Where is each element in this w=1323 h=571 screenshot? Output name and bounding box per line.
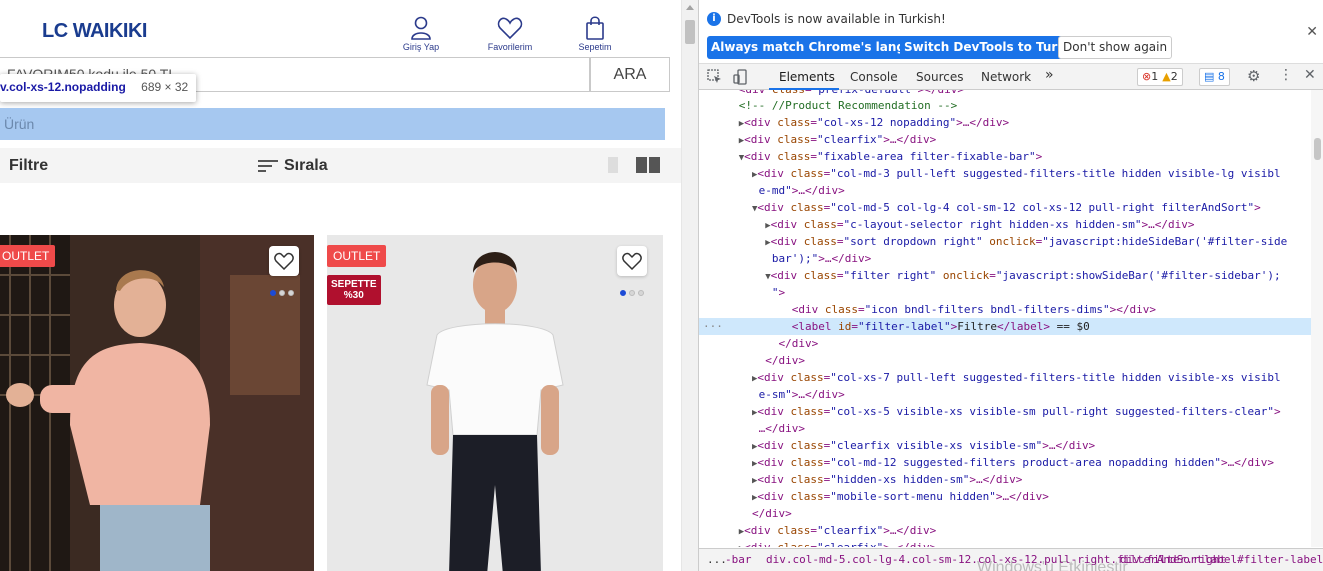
tab-elements[interactable]: Elements [779, 70, 835, 84]
inspect-tooltip-selector: v.col-xs-12.nopadding [0, 80, 126, 94]
filter-button[interactable]: Filtre [9, 157, 48, 175]
breadcrumb-overflow[interactable]: ... [707, 553, 727, 566]
add-to-favorites-button[interactable] [269, 246, 299, 276]
dom-node[interactable]: …</div> [699, 420, 1311, 437]
dom-comment[interactable]: <!-- //Product Recommendation --> [699, 97, 1311, 114]
close-icon[interactable]: ✕ [1306, 24, 1318, 40]
dom-node[interactable]: e-md">…</div> [699, 182, 1311, 199]
cart-label: Sepetim [578, 42, 612, 52]
product-card[interactable]: OUTLET [0, 235, 314, 571]
dom-tree-scrollbar[interactable] [1311, 90, 1323, 547]
devtools-panel: i DevTools is now available in Turkish! … [698, 0, 1323, 571]
image-carousel-dots[interactable] [620, 290, 644, 296]
product-image [0, 235, 314, 571]
highlight-text: Ürün [4, 116, 35, 132]
sort-label: Sırala [284, 157, 328, 174]
product-card[interactable]: OUTLET SEPETTE %30 [327, 235, 663, 571]
two-column-view-icon[interactable] [636, 157, 660, 173]
website-viewport: LC WAIKIKI Giriş Yap Favorilerim Sepetim… [0, 0, 681, 571]
dom-node[interactable]: ▶<div class="clearfix">…</div> [699, 539, 1311, 547]
error-icon: ⊗ [1142, 70, 1152, 83]
breadcrumb-item[interactable]: -bar [725, 553, 752, 566]
inspect-element-icon[interactable] [707, 69, 723, 89]
device-toolbar-icon[interactable] [733, 69, 749, 89]
warning-icon: ▲ [1162, 70, 1171, 83]
inspected-element-highlight: Ürün [0, 108, 665, 140]
sort-icon [258, 159, 278, 172]
scroll-up-arrow[interactable] [686, 5, 694, 10]
issues-counter[interactable]: ⊗1 ▲2 [1137, 68, 1183, 86]
dom-node-selected[interactable]: ··· <label id="filter-label">Filtre</lab… [699, 318, 1311, 335]
outlet-badge: OUTLET [327, 245, 387, 267]
error-count: 1 [1151, 70, 1159, 83]
inspect-tooltip: v.col-xs-12.nopadding 689 × 32 [0, 74, 197, 102]
dom-node[interactable]: </div> [699, 505, 1311, 522]
warning-count: 2 [1170, 70, 1178, 83]
message-count: 8 [1217, 70, 1225, 83]
heart-icon [497, 17, 523, 40]
single-column-view-icon[interactable] [608, 157, 618, 173]
dom-node[interactable]: e-sm">…</div> [699, 386, 1311, 403]
messages-counter[interactable]: ▤ 8 [1199, 68, 1230, 86]
breadcrumb-item-selected[interactable]: label#filter-label [1204, 553, 1323, 566]
devtools-toolbar: Elements Console Sources Network » ⊗1 ▲2 … [699, 64, 1323, 90]
scroll-thumb[interactable] [685, 20, 695, 44]
infobar-message: DevTools is now available in Turkish! [727, 12, 946, 26]
info-icon: i [707, 12, 721, 26]
heart-icon [622, 252, 642, 270]
inspect-tooltip-size: 689 × 32 [141, 80, 189, 94]
cart-link[interactable]: Sepetim [560, 16, 630, 52]
favorites-label: Favorilerim [487, 42, 533, 52]
favorites-link[interactable]: Favorilerim [475, 16, 545, 52]
search-button[interactable]: ARA [590, 57, 670, 92]
heart-icon [274, 252, 294, 270]
dom-tree-scroll-thumb[interactable] [1314, 138, 1321, 160]
dom-node[interactable]: bar');">…</div> [699, 250, 1311, 267]
more-tabs-button[interactable]: » [1045, 67, 1054, 83]
more-options-icon[interactable]: ⋮ [1279, 67, 1293, 83]
language-infobar: i DevTools is now available in Turkish! … [699, 0, 1323, 64]
dom-breadcrumbs: Windows'u Etkinleştir ... -bar div.col-m… [699, 548, 1323, 571]
dont-show-again-button[interactable]: Don't show again [1058, 36, 1173, 59]
settings-gear-icon[interactable]: ⚙ [1247, 67, 1260, 85]
selected-node-marker: == $0 [1050, 320, 1090, 333]
promo-badge-line2: %30 [343, 290, 364, 301]
tab-console[interactable]: Console [850, 70, 898, 84]
bag-icon [586, 16, 604, 40]
dom-node[interactable]: </div> [699, 335, 1311, 352]
login-label: Giriş Yap [402, 42, 440, 52]
dom-node[interactable]: </div> [699, 352, 1311, 369]
dom-node[interactable]: "> [699, 284, 1311, 301]
promo-badge-line1: SEPETTE [331, 279, 377, 290]
promo-badge: SEPETTE %30 [327, 275, 381, 305]
close-devtools-icon[interactable]: ✕ [1304, 67, 1316, 83]
add-to-favorites-button[interactable] [617, 246, 647, 276]
brand-logo[interactable]: LC WAIKIKI [42, 20, 148, 43]
image-carousel-dots[interactable] [270, 290, 294, 296]
login-link[interactable]: Giriş Yap [386, 16, 456, 52]
filter-sort-bar: Filtre Sırala [0, 148, 681, 183]
tab-network[interactable]: Network [981, 70, 1031, 84]
elements-dom-tree[interactable]: <div class="prefix-default"></div> <!-- … [699, 90, 1311, 547]
dom-node[interactable]: <div class="icon bndl-filters bndl-filte… [699, 301, 1311, 318]
user-icon [411, 16, 431, 40]
message-icon: ▤ [1204, 70, 1215, 83]
outlet-badge: OUTLET [0, 245, 56, 267]
page-scrollbar[interactable] [681, 0, 698, 571]
tab-sources[interactable]: Sources [916, 70, 963, 84]
sort-button[interactable]: Sırala [258, 157, 328, 175]
